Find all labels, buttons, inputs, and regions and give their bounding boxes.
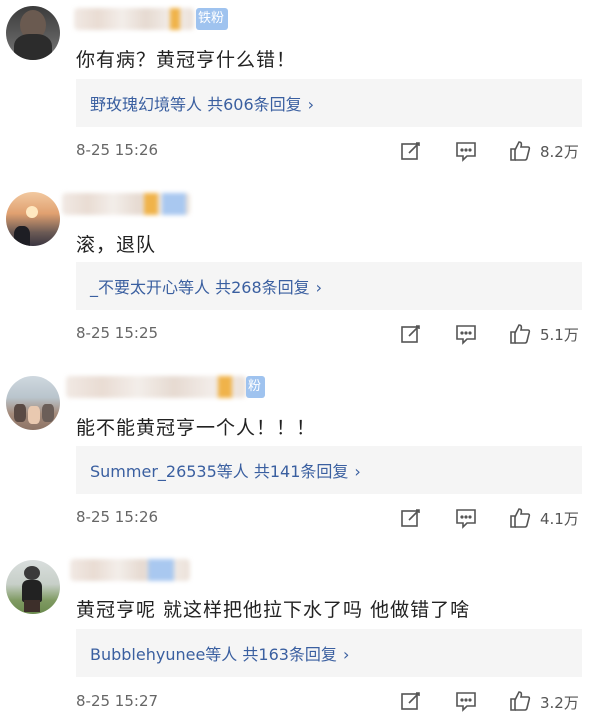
chevron-right-icon: ›	[307, 95, 315, 114]
chevron-right-icon: ›	[315, 278, 323, 297]
username-blurred[interactable]	[70, 559, 190, 581]
like-count: 5.1万	[540, 326, 579, 344]
like-icon[interactable]	[509, 323, 531, 345]
like-count: 8.2万	[540, 143, 579, 161]
reply-summary-link[interactable]: Bubblehyunee等人 共163条回复	[90, 645, 337, 664]
edit-icon[interactable]	[400, 323, 422, 345]
edit-icon[interactable]	[400, 140, 422, 162]
comment-icon[interactable]	[455, 690, 477, 712]
username-blurred[interactable]	[62, 193, 190, 215]
avatar[interactable]	[6, 560, 60, 614]
like-icon[interactable]	[509, 140, 531, 162]
fan-badge: 铁粉	[196, 8, 229, 30]
comment-text: 滚，退队	[76, 234, 157, 256]
reply-summary-link[interactable]: 野玫瑰幻境等人 共606条回复	[90, 95, 302, 114]
avatar[interactable]	[6, 376, 60, 430]
reply-summary-link[interactable]: Summer_26535等人 共141条回复	[90, 462, 348, 481]
like-count: 3.2万	[540, 694, 579, 712]
like-icon[interactable]	[509, 507, 531, 529]
like-count: 4.1万	[540, 510, 579, 528]
username-blurred[interactable]	[66, 376, 246, 398]
comment-text: 黄冠亨呢 就这样把他拉下水了吗 他做错了啥	[76, 599, 471, 621]
reply-summary-box[interactable]: _不要太开心等人 共268条回复 ›	[76, 262, 582, 310]
comment-icon[interactable]	[455, 140, 477, 162]
comment-text: 你有病？黄冠亨什么错！	[76, 49, 297, 71]
username-blurred[interactable]	[74, 8, 194, 30]
fan-badge: 粉	[246, 376, 266, 398]
comment-icon[interactable]	[455, 323, 477, 345]
comment-text: 能不能黄冠亨一个人！！！	[76, 417, 317, 439]
timestamp: 8-25 15:26	[76, 508, 159, 526]
chevron-right-icon: ›	[354, 462, 361, 481]
comment-icon[interactable]	[455, 507, 477, 529]
timestamp: 8-25 15:26	[76, 141, 159, 159]
edit-icon[interactable]	[400, 690, 422, 712]
reply-summary-link[interactable]: _不要太开心等人 共268条回复	[90, 278, 310, 297]
avatar[interactable]	[6, 192, 60, 246]
reply-summary-box[interactable]: Bubblehyunee等人 共163条回复 ›	[76, 629, 582, 677]
like-icon[interactable]	[509, 690, 531, 712]
reply-summary-box[interactable]: Summer_26535等人 共141条回复 ›	[76, 446, 582, 494]
reply-summary-box[interactable]: 野玫瑰幻境等人 共606条回复 ›	[76, 79, 582, 127]
timestamp: 8-25 15:25	[76, 324, 159, 342]
edit-icon[interactable]	[400, 507, 422, 529]
chevron-right-icon: ›	[342, 645, 350, 664]
avatar[interactable]	[6, 6, 60, 60]
timestamp: 8-25 15:27	[76, 692, 159, 710]
